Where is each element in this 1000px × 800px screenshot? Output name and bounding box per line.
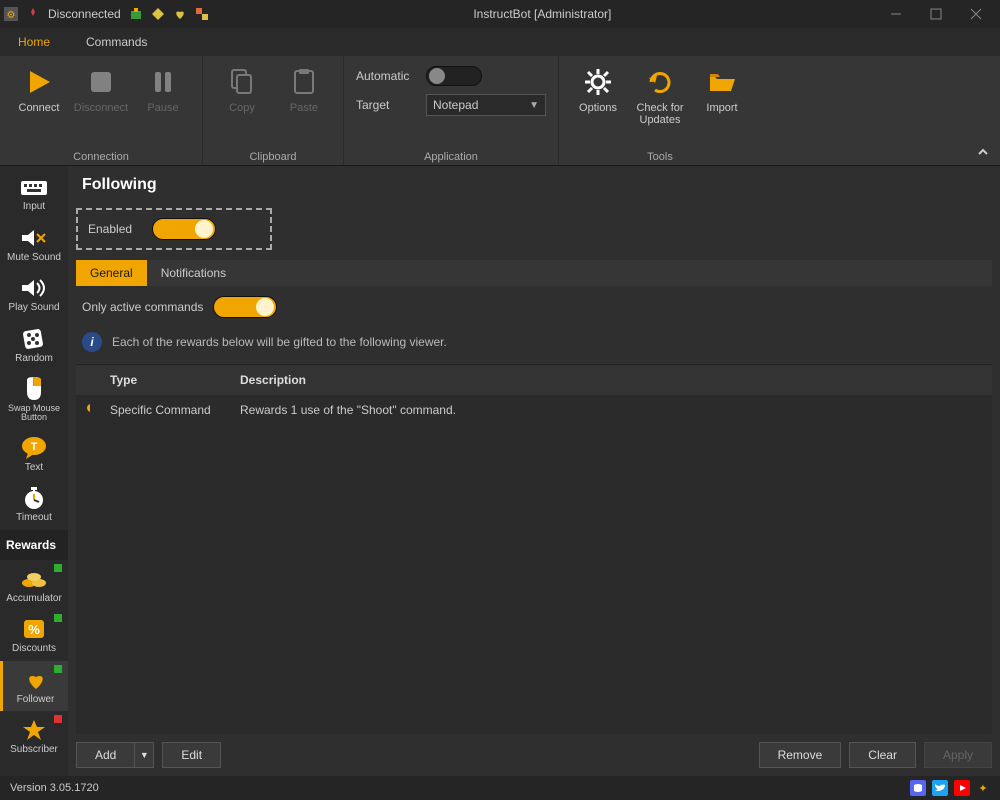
options-button[interactable]: Options <box>571 64 625 114</box>
add-button[interactable]: Add ▼ <box>76 742 154 768</box>
menu-commands[interactable]: Commands <box>76 31 157 53</box>
mouse-icon <box>19 376 49 402</box>
remove-button[interactable]: Remove <box>759 742 842 768</box>
discord-icon[interactable] <box>910 780 926 796</box>
version-text: Version 3.05.1720 <box>10 782 99 794</box>
twitter-icon[interactable] <box>932 780 948 796</box>
maximize-button[interactable] <box>916 0 956 28</box>
paste-button: Paste <box>277 64 331 114</box>
chevron-down-icon[interactable]: ▼ <box>135 750 153 760</box>
stop-icon <box>85 66 117 98</box>
sidebar-item-random[interactable]: Random <box>0 320 68 371</box>
page-title: Following <box>68 166 1000 204</box>
sidebar-item-mute-sound[interactable]: Mute Sound <box>0 219 68 270</box>
apply-button: Apply <box>924 742 992 768</box>
svg-text:✦: ✦ <box>978 783 987 795</box>
group-application-label: Application <box>356 149 546 163</box>
star-icon <box>19 717 49 743</box>
sidebar-item-discounts[interactable]: % Discounts <box>0 610 68 661</box>
sidebar-item-play-sound[interactable]: Play Sound <box>0 269 68 320</box>
rewards-grid: Type Description Specific Command Reward… <box>76 364 992 734</box>
dice-icon <box>19 326 49 352</box>
row-command-icon <box>76 395 100 425</box>
heart-icon <box>21 667 51 693</box>
table-row[interactable]: Specific Command Rewards 1 use of the "S… <box>76 395 992 425</box>
sidebar-item-swap-mouse[interactable]: Swap Mouse Button <box>0 370 68 429</box>
refresh-icon <box>644 66 676 98</box>
target-label: Target <box>356 98 416 112</box>
speaker-mute-icon <box>19 225 49 251</box>
tray-icon-3[interactable] <box>173 7 187 21</box>
automatic-label: Automatic <box>356 69 416 83</box>
info-icon: i <box>82 332 102 352</box>
clear-button[interactable]: Clear <box>849 742 916 768</box>
copy-icon <box>226 66 258 98</box>
status-indicator-icon <box>54 665 62 673</box>
sidebar-rewards-header: Rewards <box>0 530 68 560</box>
tab-general[interactable]: General <box>76 260 147 286</box>
minimize-button[interactable] <box>876 0 916 28</box>
chevron-down-icon: ▼ <box>529 100 539 111</box>
group-connection-label: Connection <box>12 149 190 163</box>
connect-button[interactable]: Connect <box>12 64 66 114</box>
only-active-toggle[interactable] <box>213 296 277 318</box>
app-icon: ⚙ <box>4 7 18 21</box>
sidebar-item-follower[interactable]: Follower <box>0 661 68 712</box>
svg-text:⚙: ⚙ <box>7 10 16 21</box>
target-select[interactable]: Notepad ▼ <box>426 94 546 116</box>
status-indicator-icon <box>54 715 62 723</box>
menu-home[interactable]: Home <box>8 31 60 53</box>
text-bubble-icon: T <box>19 435 49 461</box>
tray-icon-2[interactable] <box>151 7 165 21</box>
tab-notifications[interactable]: Notifications <box>147 260 240 286</box>
close-button[interactable] <box>956 0 996 28</box>
only-active-label: Only active commands <box>82 300 203 314</box>
sidebar-item-timeout[interactable]: Timeout <box>0 479 68 530</box>
sidebar-item-subscriber[interactable]: Subscriber <box>0 711 68 762</box>
group-tools-label: Tools <box>571 149 749 163</box>
info-text: Each of the rewards below will be gifted… <box>112 335 447 349</box>
status-indicator-icon <box>54 614 62 622</box>
col-type-header[interactable]: Type <box>100 365 230 395</box>
connection-status-text: Disconnected <box>48 7 121 21</box>
keyboard-icon <box>19 174 49 200</box>
connection-status-icon <box>26 7 40 21</box>
group-clipboard-label: Clipboard <box>215 149 331 163</box>
col-description-header[interactable]: Description <box>230 365 992 395</box>
youtube-icon[interactable] <box>954 780 970 796</box>
status-indicator-icon <box>54 564 62 572</box>
tray-icon-4[interactable] <box>195 7 209 21</box>
enabled-toggle[interactable] <box>152 218 216 240</box>
speaker-icon <box>19 275 49 301</box>
sidebar-item-input[interactable]: Input <box>0 168 68 219</box>
brand-icon[interactable]: ✦ <box>976 781 990 795</box>
pause-button: Pause <box>136 64 190 114</box>
edit-button[interactable]: Edit <box>162 742 221 768</box>
copy-button: Copy <box>215 64 269 114</box>
paste-icon <box>288 66 320 98</box>
folder-open-icon <box>706 66 738 98</box>
tray-icon-1[interactable] <box>129 7 143 21</box>
svg-text:T: T <box>31 441 38 453</box>
window-title: InstructBot [Administrator] <box>209 7 876 21</box>
import-button[interactable]: Import <box>695 64 749 114</box>
automatic-toggle[interactable] <box>426 66 482 86</box>
percent-icon: % <box>19 616 49 642</box>
enabled-label: Enabled <box>88 222 132 236</box>
sidebar-item-accumulator[interactable]: Accumulator <box>0 560 68 611</box>
coins-icon <box>19 566 49 592</box>
disconnect-button: Disconnect <box>74 64 128 114</box>
pause-icon <box>147 66 179 98</box>
check-updates-button[interactable]: Check for Updates <box>633 64 687 126</box>
stopwatch-icon <box>19 485 49 511</box>
enabled-highlight-box: Enabled <box>76 208 272 250</box>
collapse-ribbon-button[interactable] <box>976 145 990 159</box>
gear-icon <box>582 66 614 98</box>
svg-text:%: % <box>28 622 40 637</box>
play-icon <box>23 66 55 98</box>
sidebar-item-text[interactable]: T Text <box>0 429 68 480</box>
